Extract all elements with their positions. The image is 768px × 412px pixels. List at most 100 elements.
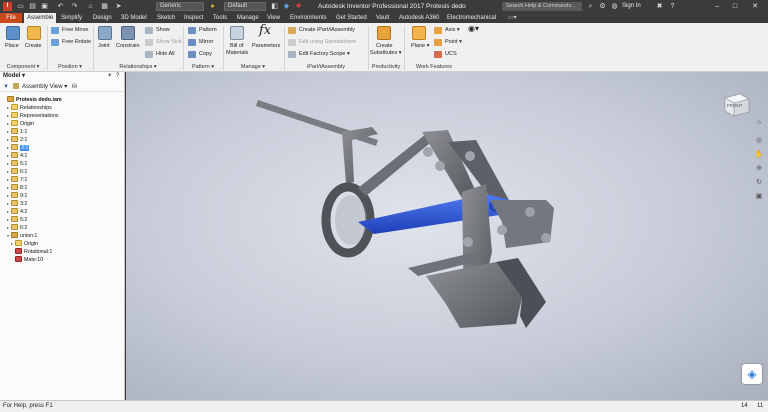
tab-manage[interactable]: Manage [234,13,262,23]
appearance-icon[interactable]: ● [208,2,217,11]
create-substitutes-icon[interactable] [377,26,391,40]
point-button[interactable]: Point ▾ [434,38,462,47]
create-component-icon[interactable] [27,26,41,40]
constrain-icon[interactable] [121,26,135,40]
tab-tools[interactable]: Tools [210,13,230,23]
pattern-group-label[interactable]: Pattern ▾ [184,63,222,71]
create-component-button[interactable]: Create [25,43,42,49]
tab-file[interactable]: File [0,13,22,23]
subscription-icon[interactable]: ⚙ [598,2,607,11]
create-substitutes-line2[interactable]: Substitutes ▾ [370,50,402,56]
place-icon[interactable] [6,26,20,40]
parameters-icon[interactable]: 𝑓x [259,23,271,38]
tree-item[interactable]: ▸ 5:2 [7,216,27,224]
tab-inspect[interactable]: Inspect [181,13,206,23]
finger-prosthesis-model[interactable] [256,100,554,328]
tab-autodesk-a360[interactable]: Autodesk A360 [396,13,442,23]
color-icon[interactable]: ◆ [282,2,291,11]
joint-icon[interactable] [98,26,112,40]
new-icon[interactable]: ▭ [16,2,25,11]
pattern-button[interactable]: Pattern [188,26,217,35]
create-substitutes-line1[interactable]: Create [376,43,393,49]
tree-item[interactable]: ▸ Origin [11,240,38,248]
axis-button[interactable]: Axis ▾ [434,26,460,35]
adjust-icon[interactable]: ◧ [270,2,279,11]
tree-item[interactable]: ▸ 4:1 [7,152,27,160]
assembly-model[interactable] [126,72,768,400]
minimize-button[interactable]: – [710,0,724,13]
constrain-button[interactable]: Constrain [116,43,140,49]
bom-line1[interactable]: Bill of [230,43,243,49]
redo-icon[interactable]: ↷ [70,2,79,11]
tab-design[interactable]: Design [90,13,115,23]
undo-icon[interactable]: ↶ [56,2,65,11]
zoom-icon[interactable]: ⊕ [754,164,764,174]
appearance-dropdown[interactable]: Default [224,2,266,11]
tab-electromechanical[interactable]: Electromechanical [444,13,499,23]
search-icon[interactable]: ⌕ [586,2,595,11]
steering-wheel-icon[interactable]: ◎ [754,136,764,146]
show-button[interactable]: Show [145,26,170,35]
tree-item[interactable]: ▸ 7:1 [7,176,27,184]
edit-factory-scope-button[interactable]: Edit Factory Scope ▾ [288,50,350,59]
tab-get-started[interactable]: Get Started [333,13,370,23]
tree-item[interactable]: ▸ Relationships [7,104,52,112]
find-icon[interactable]: ⛁ [72,84,77,90]
filter-icon[interactable]: ▼ [3,84,9,90]
ribbon-extra-icon[interactable]: ◉▾ [468,24,479,33]
tree-item[interactable]: ▾ union:1 [7,232,37,240]
measure-icon[interactable]: ✚ [294,2,303,11]
tree-item[interactable]: ▸ 8:1 [7,184,27,192]
tree-item[interactable]: ▸ 3:1 [7,144,30,152]
assembly-view-dropdown[interactable]: Assembly View ▾ [22,84,67,90]
tree-item[interactable]: ▸ 9:1 [7,192,27,200]
joint-button[interactable]: Joint [98,43,110,49]
pointer-icon[interactable]: ➤ [114,2,123,11]
tree-item[interactable]: ▸ 1:1 [7,128,27,136]
tree-item[interactable]: ▸ 3:2 [7,200,27,208]
plane-icon[interactable] [412,26,426,40]
sign-in-link[interactable]: Sign In [622,0,641,13]
ucs-button[interactable]: UCS [434,50,457,59]
parameters-button[interactable]: Parameters [252,43,280,49]
free-rotate-button[interactable]: Free Rotate [51,38,91,47]
copy-button[interactable]: Copy [188,50,212,59]
hide-all-button[interactable]: Hide All [145,50,175,59]
look-at-icon[interactable]: ▣ [754,192,764,202]
home-icon[interactable]: ⌂ [86,2,95,11]
manage-group-label[interactable]: Manage ▾ [224,63,282,71]
tree-item[interactable]: ▸ 6:2 [7,224,27,232]
tab-sketch[interactable]: Sketch [154,13,178,23]
user-icon[interactable]: ◍ [610,2,619,11]
position-group-label[interactable]: Position ▾ [48,63,92,71]
ribbon-options-icon[interactable]: ▭▾ [505,13,520,23]
tree-item[interactable]: ▸ Representations [7,112,59,120]
open-icon[interactable]: ▤ [28,2,37,11]
tree-item[interactable]: ▸ 5:1 [7,160,27,168]
exchange-icon[interactable]: ✖ [655,2,664,11]
tree-item[interactable]: ▸ 2:1 [7,136,27,144]
tree-item[interactable]: ▸ 6:1 [7,168,27,176]
select-icon[interactable]: ▦ [100,2,109,11]
show-sick-button[interactable]: Show Sick [145,38,182,47]
tab-vault[interactable]: Vault [373,13,392,23]
search-input[interactable]: Search Help & Commands... [502,2,582,11]
browser-title[interactable]: Model ▾ + ? [0,72,125,81]
save-icon[interactable]: ▣ [40,2,49,11]
plane-button[interactable]: Plane ▾ [411,43,429,49]
help-icon[interactable]: ? [668,2,677,11]
material-dropdown[interactable]: Generic [156,2,204,11]
orbit-icon[interactable]: ↻ [754,178,764,188]
rear-bracket[interactable] [342,127,378,184]
bill-of-materials-icon[interactable] [230,26,244,40]
pan-icon[interactable]: ✋ [754,150,764,160]
tree-item[interactable]: ▸ 4:2 [7,208,27,216]
top-rod[interactable] [256,100,378,146]
tree-item[interactable]: ▸ Origin [7,120,34,128]
maximize-button[interactable]: □ [728,0,742,13]
relationships-group-label[interactable]: Relationships ▾ [94,63,182,71]
tree-item[interactable]: Protesis dedo.iam [3,96,62,104]
view-cube[interactable]: FRONT [722,90,752,118]
tab-view[interactable]: View [264,13,283,23]
browser-help-icon[interactable]: ? [116,72,119,81]
